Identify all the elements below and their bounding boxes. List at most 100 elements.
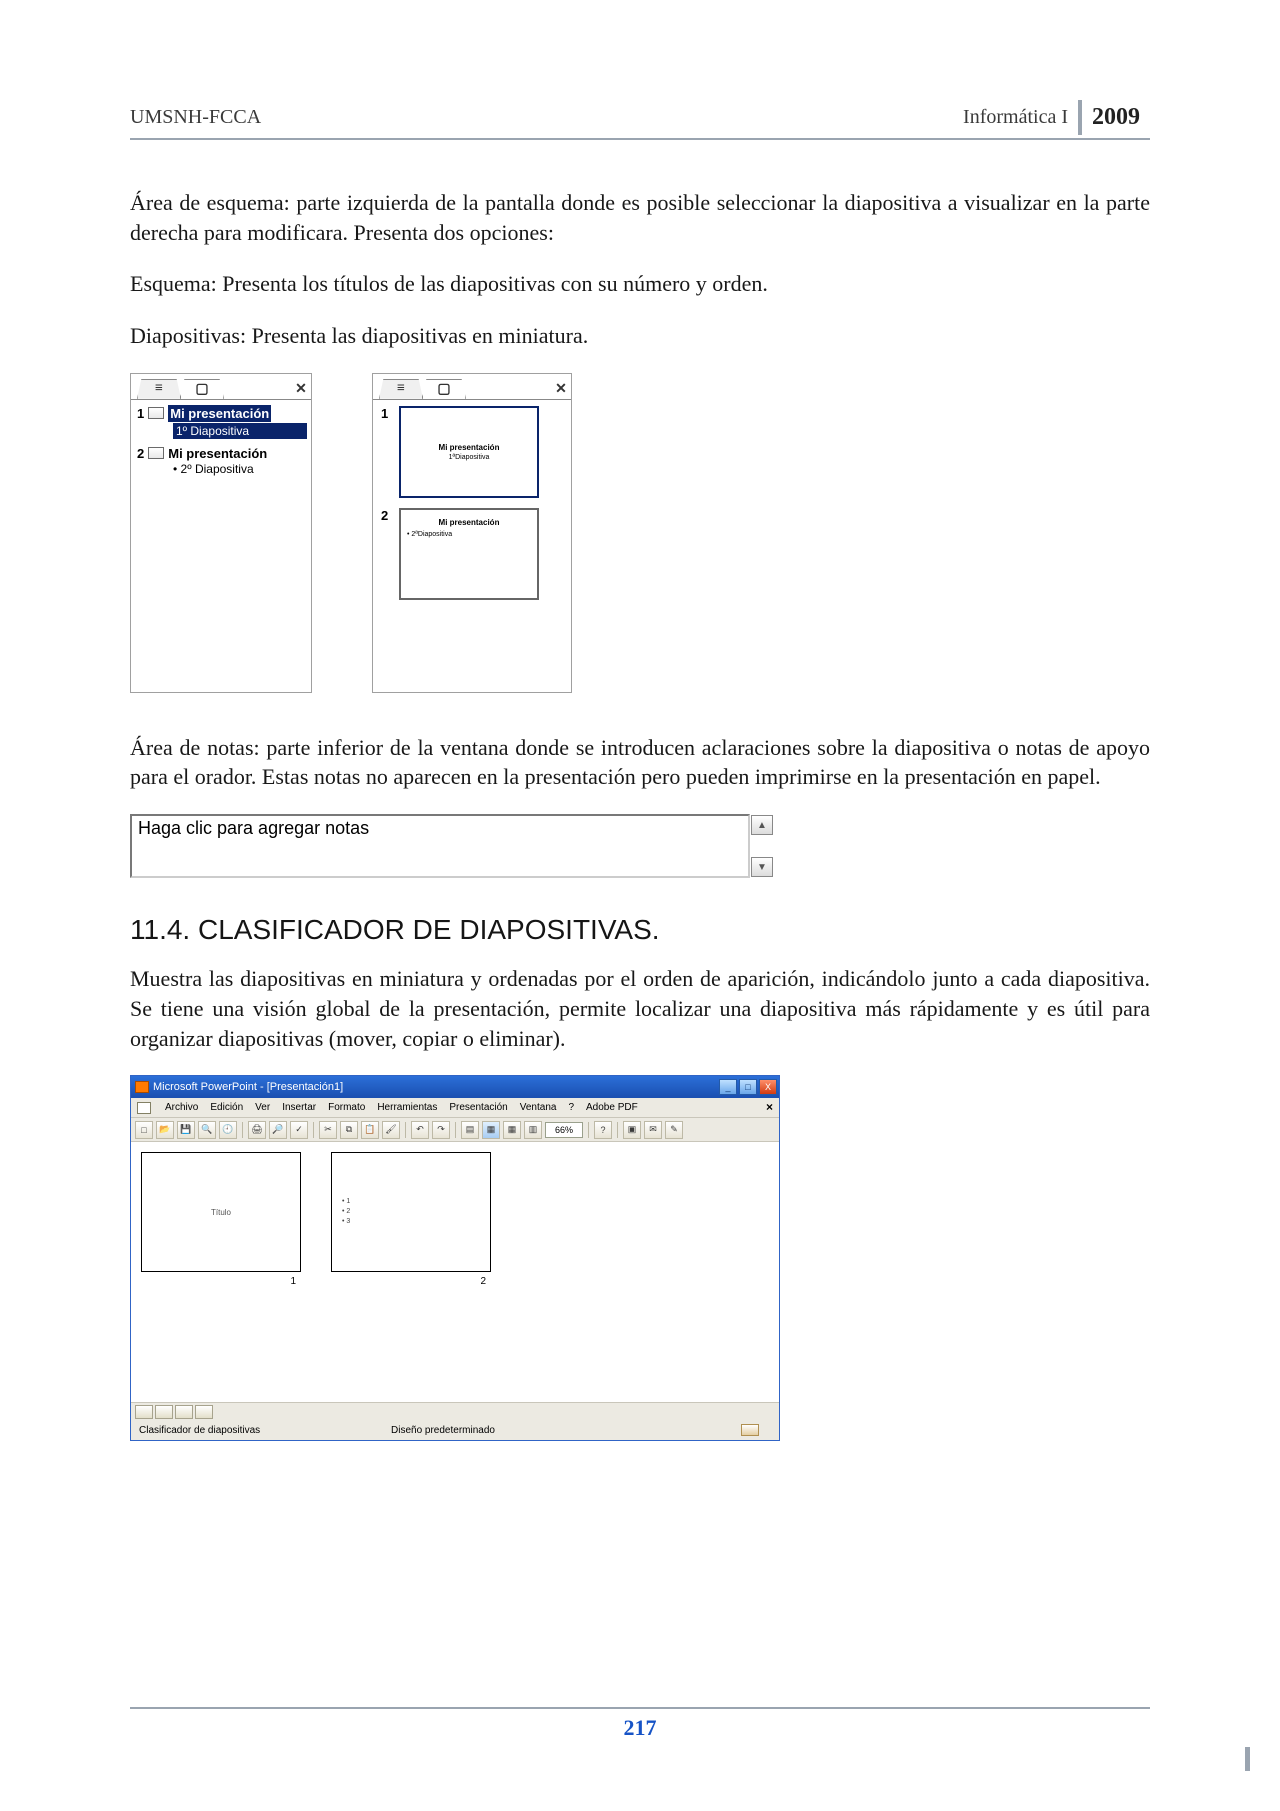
header-year: 2009 [1078, 100, 1150, 135]
para-area-notas: Área de notas: parte inferior de la vent… [130, 733, 1150, 792]
notes-textarea[interactable]: Haga clic para agregar notas [130, 814, 750, 878]
page-header: UMSNH-FCCA Informática I 2009 [130, 100, 1150, 140]
zoom-level[interactable]: 66% [545, 1122, 583, 1138]
document-close-icon[interactable]: × [766, 1100, 773, 1114]
thumb-row[interactable]: 1 Mi presentación 1ªDiapositiva [381, 406, 563, 498]
spell-icon[interactable]: ✓ [290, 1121, 308, 1139]
new-icon[interactable]: □ [135, 1121, 153, 1139]
thumb-wrap: 1 Mi presentación 1ªDiapositiva 2 Mi pre… [373, 400, 571, 616]
figure-outline-thumb: ≡ ▢ ✕ 1 Mi presentación 1º Diapositiva 2… [130, 373, 1150, 693]
grid-icon[interactable]: ▦ [503, 1121, 521, 1139]
outline-item[interactable]: 1 Mi presentación [135, 404, 307, 423]
outline-title: Mi presentación [168, 405, 271, 422]
minimize-button[interactable]: _ [719, 1079, 737, 1095]
menu-help[interactable]: ? [568, 1102, 574, 1113]
close-icon[interactable]: ✕ [290, 379, 312, 399]
slide-icon [148, 407, 164, 419]
status-design: Diseño predeterminado [391, 1425, 495, 1436]
separator [617, 1122, 618, 1138]
outline-pane-mockup: ≡ ▢ ✕ 1 Mi presentación 1º Diapositiva 2… [130, 373, 312, 693]
menu-archivo[interactable]: Archivo [165, 1102, 198, 1113]
slide-bullets: • 1 • 2 • 3 [342, 1197, 350, 1226]
menu-adobe-pdf[interactable]: Adobe PDF [586, 1102, 638, 1113]
help-icon[interactable]: ? [594, 1121, 612, 1139]
tab-outline[interactable]: ≡ [379, 379, 423, 399]
menu-presentacion[interactable]: Presentación [449, 1102, 507, 1113]
close-icon[interactable]: ✕ [550, 379, 572, 399]
menu-formato[interactable]: Formato [328, 1102, 365, 1113]
menu-insertar[interactable]: Insertar [282, 1102, 316, 1113]
separator [313, 1122, 314, 1138]
color-icon[interactable]: ▥ [524, 1121, 542, 1139]
pp-slide-sorter: Título 1 • 1 • 2 • 3 2 [131, 1142, 779, 1402]
close-button[interactable]: X [759, 1079, 777, 1095]
maximize-button[interactable]: □ [739, 1079, 757, 1095]
menu-ventana[interactable]: Ventana [520, 1102, 557, 1113]
thumb-pane-mockup: ≡ ▢ ✕ 1 Mi presentación 1ªDiapositiva 2 … [372, 373, 572, 693]
chart-icon[interactable]: ▤ [461, 1121, 479, 1139]
tab-slides[interactable]: ▢ [180, 379, 224, 399]
notes-area-mockup: Haga clic para agregar notas ▲ ▼ [130, 814, 1150, 878]
separator [588, 1122, 589, 1138]
save-icon[interactable]: 💾 [177, 1121, 195, 1139]
redo-icon[interactable]: ↷ [432, 1121, 450, 1139]
scroll-up-icon[interactable]: ▲ [751, 815, 773, 835]
outline-sub: • 2º Diapositiva [173, 462, 307, 476]
paste-icon[interactable]: 📋 [361, 1121, 379, 1139]
status-view: Clasificador de diapositivas [139, 1425, 260, 1436]
menu-herramientas[interactable]: Herramientas [377, 1102, 437, 1113]
pp-menubar: Archivo Edición Ver Insertar Formato Her… [131, 1098, 779, 1118]
menu-edicion[interactable]: Edición [210, 1102, 243, 1113]
menu-ver[interactable]: Ver [255, 1102, 270, 1113]
notes-view-icon[interactable] [195, 1405, 213, 1419]
undo-icon[interactable]: ↶ [411, 1121, 429, 1139]
pdf-icon[interactable]: ▣ [623, 1121, 641, 1139]
outline-title: Mi presentación [168, 446, 267, 461]
thumb-row[interactable]: 2 Mi presentación • 2ªDiapositiva [381, 508, 563, 600]
pp-viewbar [131, 1402, 779, 1420]
review-icon[interactable]: ✎ [665, 1121, 683, 1139]
thumb-sub: 1ªDiapositiva [449, 454, 490, 461]
para-diapositivas: Diapositivas: Presenta las diapositivas … [130, 321, 1150, 351]
sorter-slide-number: 1 [290, 1276, 296, 1287]
pp-statusbar: Clasificador de diapositivas Diseño pred… [131, 1420, 779, 1440]
sorter-view-icon[interactable] [155, 1405, 173, 1419]
page-footer: 217 [130, 1707, 1150, 1741]
tab-slides[interactable]: ▢ [422, 379, 466, 399]
thumb-sub: • 2ªDiapositiva [407, 531, 452, 538]
status-language-icon [741, 1424, 759, 1436]
page-number: 217 [130, 1715, 1150, 1741]
header-left: UMSNH-FCCA [130, 106, 261, 129]
outline-item[interactable]: 2 Mi presentación [135, 445, 307, 462]
normal-view-icon[interactable] [135, 1405, 153, 1419]
pane-tabbar: ≡ ▢ ✕ [373, 374, 571, 400]
thumb-number: 2 [381, 508, 391, 523]
slide-thumbnail[interactable]: Mi presentación 1ªDiapositiva [399, 406, 539, 498]
sorter-slide[interactable]: Título 1 [141, 1152, 301, 1272]
open-icon[interactable]: 📂 [156, 1121, 174, 1139]
notes-scrollbar[interactable]: ▲ ▼ [750, 814, 774, 878]
copy-icon[interactable]: ⧉ [340, 1121, 358, 1139]
header-subject: Informática I [953, 100, 1078, 135]
thumb-number: 1 [381, 406, 391, 421]
tab-outline[interactable]: ≡ [137, 379, 181, 399]
table-icon[interactable]: ▦ [482, 1121, 500, 1139]
pane-tabbar: ≡ ▢ ✕ [131, 374, 311, 400]
format-painter-icon[interactable]: 🖌 [382, 1121, 400, 1139]
pp-titlebar: Microsoft PowerPoint - [Presentación1] _… [131, 1076, 779, 1098]
notes-placeholder: Haga clic para agregar notas [138, 818, 369, 838]
scroll-down-icon[interactable]: ▼ [751, 857, 773, 877]
preview-icon[interactable]: 🔎 [269, 1121, 287, 1139]
sorter-slide[interactable]: • 1 • 2 • 3 2 [331, 1152, 491, 1272]
outline-num: 1 [137, 406, 144, 421]
slide-icon [148, 447, 164, 459]
search-icon[interactable]: 🔍 [198, 1121, 216, 1139]
slideshow-view-icon[interactable] [175, 1405, 193, 1419]
print-icon[interactable]: 🖨 [248, 1121, 266, 1139]
separator [455, 1122, 456, 1138]
history-icon[interactable]: 🕘 [219, 1121, 237, 1139]
mail-icon[interactable]: ✉ [644, 1121, 662, 1139]
para-area-esquema: Área de esquema: parte izquierda de la p… [130, 188, 1150, 247]
cut-icon[interactable]: ✂ [319, 1121, 337, 1139]
slide-thumbnail[interactable]: Mi presentación • 2ªDiapositiva [399, 508, 539, 600]
